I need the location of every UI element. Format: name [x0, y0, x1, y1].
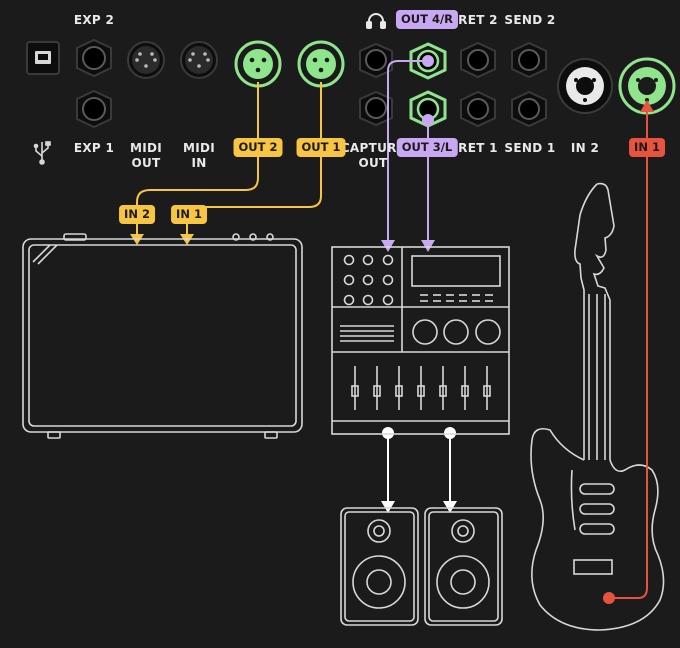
- midi-in-socket[interactable]: [180, 41, 218, 79]
- usb-port: [26, 41, 60, 75]
- headphones-icon: [366, 13, 386, 29]
- mixer: [331, 246, 510, 435]
- label-exp1: EXP 1: [73, 141, 115, 155]
- label-send1: SEND 1: [504, 141, 556, 155]
- label-midi-out: MIDI OUT: [129, 141, 163, 170]
- out4r-plug: [422, 55, 434, 67]
- exp1-jack[interactable]: [76, 89, 112, 129]
- in2-combo-jack[interactable]: [557, 58, 613, 114]
- label-exp2: EXP 2: [73, 13, 115, 27]
- red-cable: [609, 112, 648, 599]
- tag-out3l: OUT 3/L: [396, 138, 458, 157]
- label-ret2: RET 2: [458, 13, 498, 27]
- tag-amp-in1: IN 1: [171, 205, 207, 224]
- label-ret1: RET 1: [458, 141, 498, 155]
- label-send2: SEND 2: [504, 13, 556, 27]
- tag-in1: IN 1: [629, 138, 665, 157]
- ret1-jack[interactable]: [460, 90, 496, 128]
- mixer-out-plug-l: [382, 427, 394, 439]
- send2-jack[interactable]: [511, 41, 547, 79]
- out3l-plug: [422, 114, 434, 126]
- exp2-jack[interactable]: [76, 38, 112, 78]
- yellow-cables: [136, 82, 322, 236]
- amplifier: [22, 233, 303, 439]
- midi-out-socket[interactable]: [127, 41, 165, 79]
- send1-jack[interactable]: [511, 90, 547, 128]
- tag-out2: OUT 2: [233, 138, 283, 157]
- label-midi-in: MIDI IN: [182, 141, 216, 170]
- white-cables: [387, 433, 451, 503]
- tag-out4r: OUT 4/R: [395, 10, 459, 29]
- xlr-out1-socket[interactable]: [297, 40, 345, 88]
- guitar-plug: [603, 592, 615, 604]
- label-capture-out: CAPTURE OUT: [340, 141, 406, 170]
- monitor-speaker-left: [340, 507, 419, 626]
- xlr-out2-socket[interactable]: [234, 40, 282, 88]
- ret2-jack[interactable]: [460, 41, 496, 79]
- electric-guitar: [530, 182, 665, 631]
- mixer-out-plug-r: [444, 427, 456, 439]
- mixer-in-arrow-r: [381, 240, 395, 252]
- mixer-in-arrow-l: [421, 240, 435, 252]
- signal-diagram: [22, 13, 676, 631]
- tag-amp-in2: IN 2: [119, 205, 155, 224]
- label-in2: IN 2: [570, 141, 600, 155]
- monitor-speaker-right: [424, 507, 503, 626]
- usb-icon: [33, 141, 51, 165]
- tag-out1: OUT 1: [296, 138, 346, 157]
